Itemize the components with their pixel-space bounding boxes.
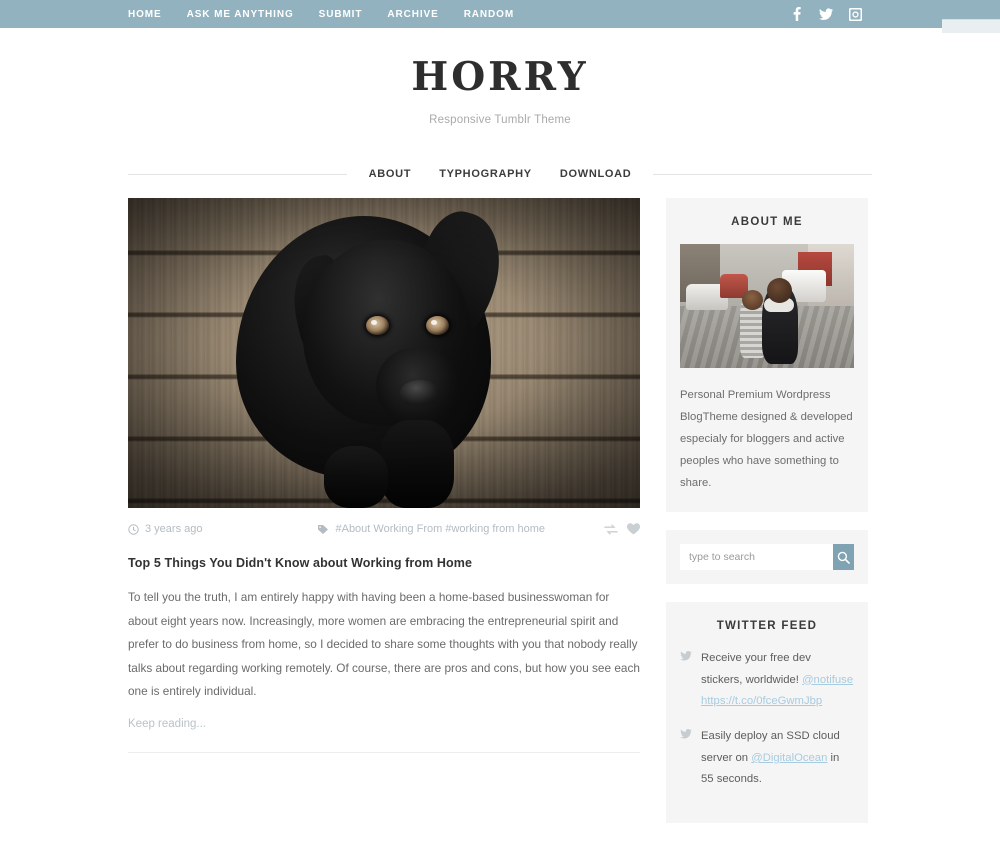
divider-right	[653, 173, 873, 175]
tweet-body-1: Receive your free dev stickers, worldwid…	[701, 652, 811, 686]
post-column: 3 years ago #About Working From #working…	[128, 198, 640, 841]
tweet-url-1[interactable]: https://t.co/0fceGwmJbp	[701, 695, 822, 707]
twitter-feed-widget: TWITTER FEED Receive your free dev stick…	[666, 602, 868, 823]
nav-item-random[interactable]: RANDOM	[464, 9, 514, 20]
submenu-item-about[interactable]: ABOUT	[369, 168, 412, 180]
reblog-icon[interactable]	[604, 523, 618, 535]
facebook-icon[interactable]	[790, 7, 804, 21]
photo-vignette	[128, 198, 640, 508]
about-me-text: Personal Premium Wordpress BlogTheme des…	[680, 389, 853, 490]
post-body: To tell you the truth, I am entirely hap…	[128, 590, 640, 699]
about-me-widget: ABOUT ME Personal Premium Wordpress Blog…	[666, 198, 868, 513]
instagram-icon[interactable]	[848, 7, 862, 21]
post-meta: 3 years ago #About Working From #working…	[128, 512, 640, 546]
scrollbar-thumb[interactable]	[942, 19, 1000, 33]
nav-item-archive[interactable]: ARCHIVE	[387, 9, 438, 20]
tweet-item: Easily deploy an SSD cloud server on @Di…	[680, 726, 854, 790]
primary-nav: HOME ASK ME ANYTHING SUBMIT ARCHIVE RAND…	[128, 9, 514, 20]
clock-icon	[128, 523, 139, 535]
post-date: 3 years ago	[128, 523, 202, 535]
top-navigation-bar: HOME ASK ME ANYTHING SUBMIT ARCHIVE RAND…	[0, 0, 1000, 33]
sidebar: ABOUT ME Personal Premium Wordpress Blog…	[666, 198, 868, 841]
twitter-feed-title: TWITTER FEED	[716, 620, 818, 633]
tweet-mention-1[interactable]: @notifuse	[802, 674, 853, 686]
divider-left	[128, 173, 347, 175]
submenu-item-download[interactable]: DOWNLOAD	[560, 168, 632, 180]
site-tagline: Responsive Tumblr Theme	[429, 114, 571, 126]
search-widget	[666, 530, 868, 585]
tweet-mention-2[interactable]: @DigitalOcean	[751, 752, 827, 764]
about-me-photo	[680, 244, 854, 368]
tweet-item: Receive your free dev stickers, worldwid…	[680, 648, 854, 712]
nav-item-submit[interactable]: SUBMIT	[319, 9, 363, 20]
post-title[interactable]: Top 5 Things You Didn't Know about Worki…	[128, 556, 640, 570]
secondary-nav-wrapper: ABOUT TYPHOGRAPHY DOWNLOAD	[0, 168, 1000, 180]
search-button[interactable]	[833, 544, 854, 571]
twitter-bird-icon	[680, 648, 692, 712]
twitter-icon[interactable]	[819, 7, 833, 21]
social-links	[790, 7, 862, 21]
search-input[interactable]	[680, 544, 833, 571]
post-actions	[604, 523, 640, 535]
nav-item-home[interactable]: HOME	[128, 9, 162, 20]
tweet-text: Easily deploy an SSD cloud server on @Di…	[701, 726, 854, 790]
keep-reading-link[interactable]: Keep reading...	[128, 718, 206, 730]
post-date-label: 3 years ago	[145, 523, 203, 535]
submenu-item-typhography[interactable]: TYPHOGRAPHY	[439, 168, 532, 180]
main-wrapper: 3 years ago #About Working From #working…	[0, 198, 1000, 841]
secondary-nav: ABOUT TYPHOGRAPHY DOWNLOAD	[347, 168, 654, 180]
post-divider	[128, 751, 640, 753]
site-header: HORRY Responsive Tumblr Theme	[0, 28, 1000, 127]
tag-icon	[317, 524, 329, 535]
post-photo[interactable]	[128, 198, 640, 508]
about-me-title: ABOUT ME	[731, 216, 803, 228]
nav-item-ask-me-anything[interactable]: ASK ME ANYTHING	[187, 9, 294, 20]
search-icon	[837, 551, 850, 564]
post-tags: #About Working From #working from home	[317, 523, 545, 535]
tweet-text: Receive your free dev stickers, worldwid…	[701, 648, 854, 712]
like-heart-icon[interactable]	[627, 523, 640, 535]
site-logo[interactable]: HORRY	[0, 58, 1000, 97]
post-tags-label[interactable]: #About Working From #working from home	[335, 523, 545, 535]
twitter-bird-icon	[680, 726, 692, 790]
